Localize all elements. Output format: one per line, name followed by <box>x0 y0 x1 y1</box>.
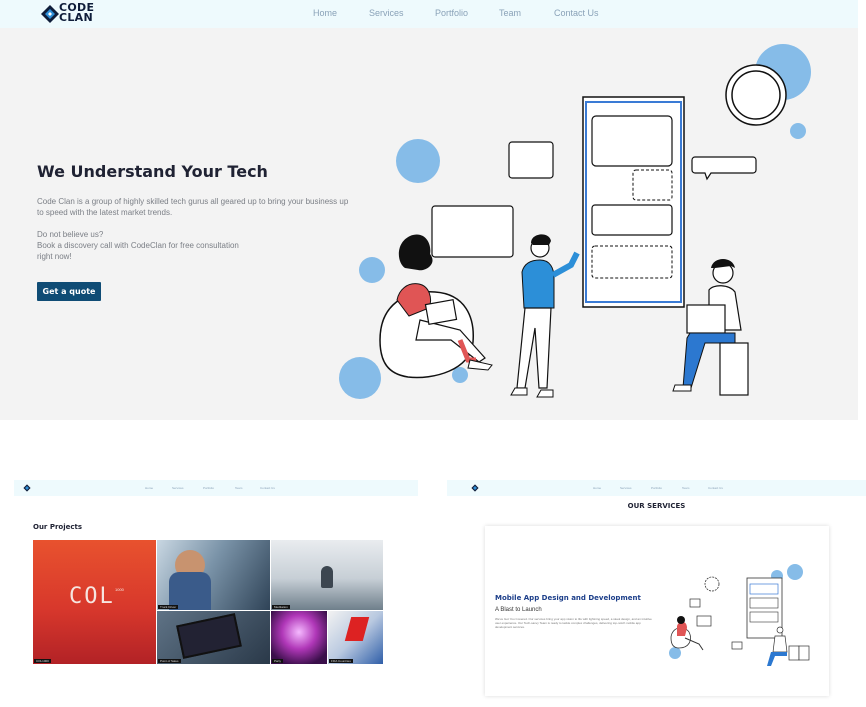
hero-description: Code Clan is a group of highly skilled t… <box>37 197 349 217</box>
codeclan-logo-icon[interactable] <box>40 4 60 24</box>
services-title: OUR SERVICES <box>627 502 686 510</box>
codeclan-logo-icon[interactable] <box>23 484 31 492</box>
services-page-preview: Home Services Portfolio Team Contact Us … <box>447 480 866 700</box>
col-logo-sup: 1000 <box>115 587 124 592</box>
col-logo-text: COL <box>69 584 115 609</box>
service-card-subtitle: A Blast to Launch <box>495 607 542 613</box>
project-tile-fifa-countries[interactable]: FIFA Countries <box>328 611 383 664</box>
hero-cta-line-1: Do not believe us? <box>37 230 104 239</box>
nav-team[interactable]: Team <box>499 8 521 18</box>
codeclan-logo-icon[interactable] <box>471 484 479 492</box>
service-card-title: Mobile App Design and Development <box>495 594 641 602</box>
nav-home[interactable]: Home <box>593 486 601 490</box>
nav-home[interactable]: Home <box>145 486 153 490</box>
nav-contact-us[interactable]: Contact Us <box>554 8 599 18</box>
nav-portfolio[interactable]: Portfolio <box>435 8 468 18</box>
nav-team[interactable]: Team <box>682 486 689 490</box>
project-caption: COL1000 <box>34 659 51 663</box>
hero-cta-line-2: Book a discovery call with CodeClan for … <box>37 241 239 250</box>
project-caption: FIFA Countries <box>329 659 353 663</box>
nav-contact-us[interactable]: Contact Us <box>708 486 723 490</box>
project-caption: Point of Sales <box>158 659 181 663</box>
nav-portfolio[interactable]: Portfolio <box>203 486 214 490</box>
nav-portfolio[interactable]: Portfolio <box>651 486 662 490</box>
service-card[interactable]: Mobile App Design and Development A Blas… <box>485 526 829 696</box>
nav-home[interactable]: Home <box>313 8 337 18</box>
hero-cta-line-3: right now! <box>37 252 72 261</box>
project-tile-party[interactable]: Party <box>271 611 327 664</box>
project-caption: Party <box>272 659 284 663</box>
project-tile-point-of-sales[interactable]: Point of Sales <box>157 611 270 664</box>
nav-contact-us[interactable]: Contact Us <box>260 486 275 490</box>
nav-services[interactable]: Services <box>172 486 184 490</box>
logo-wordmark[interactable]: CODE CLAN <box>59 2 94 24</box>
projects-title: Our Projects <box>33 523 83 531</box>
service-illustration <box>669 564 810 666</box>
service-card-text: We've Got You Covered. Our services brin… <box>495 617 652 629</box>
hero-title: We Understand Your Tech <box>37 162 268 181</box>
project-tile-col1000[interactable]: COL 1000 COL1000 <box>33 540 156 664</box>
nav-services[interactable]: Services <box>369 8 404 18</box>
top-navigation: CODE CLAN Home Services Portfolio Team C… <box>0 0 858 28</box>
project-tile-meditation[interactable]: Meditation <box>271 540 383 610</box>
project-caption: Truck Driver <box>158 605 179 609</box>
project-caption: Meditation <box>272 605 290 609</box>
projects-mini-nav: Home Services Portfolio Team Contact Us <box>14 480 418 496</box>
hero-section: CODE CLAN Home Services Portfolio Team C… <box>0 0 858 420</box>
nav-services[interactable]: Services <box>620 486 632 490</box>
services-mini-nav: Home Services Portfolio Team Contact Us <box>447 480 866 496</box>
logo-line-2: CLAN <box>59 11 94 24</box>
projects-page-preview: Home Services Portfolio Team Contact Us … <box>14 480 418 695</box>
nav-team[interactable]: Team <box>235 486 242 490</box>
project-tile-truck-driver[interactable]: Truck Driver <box>157 540 270 610</box>
team-illustration <box>339 44 811 399</box>
get-a-quote-button[interactable]: Get a quote <box>37 282 101 301</box>
